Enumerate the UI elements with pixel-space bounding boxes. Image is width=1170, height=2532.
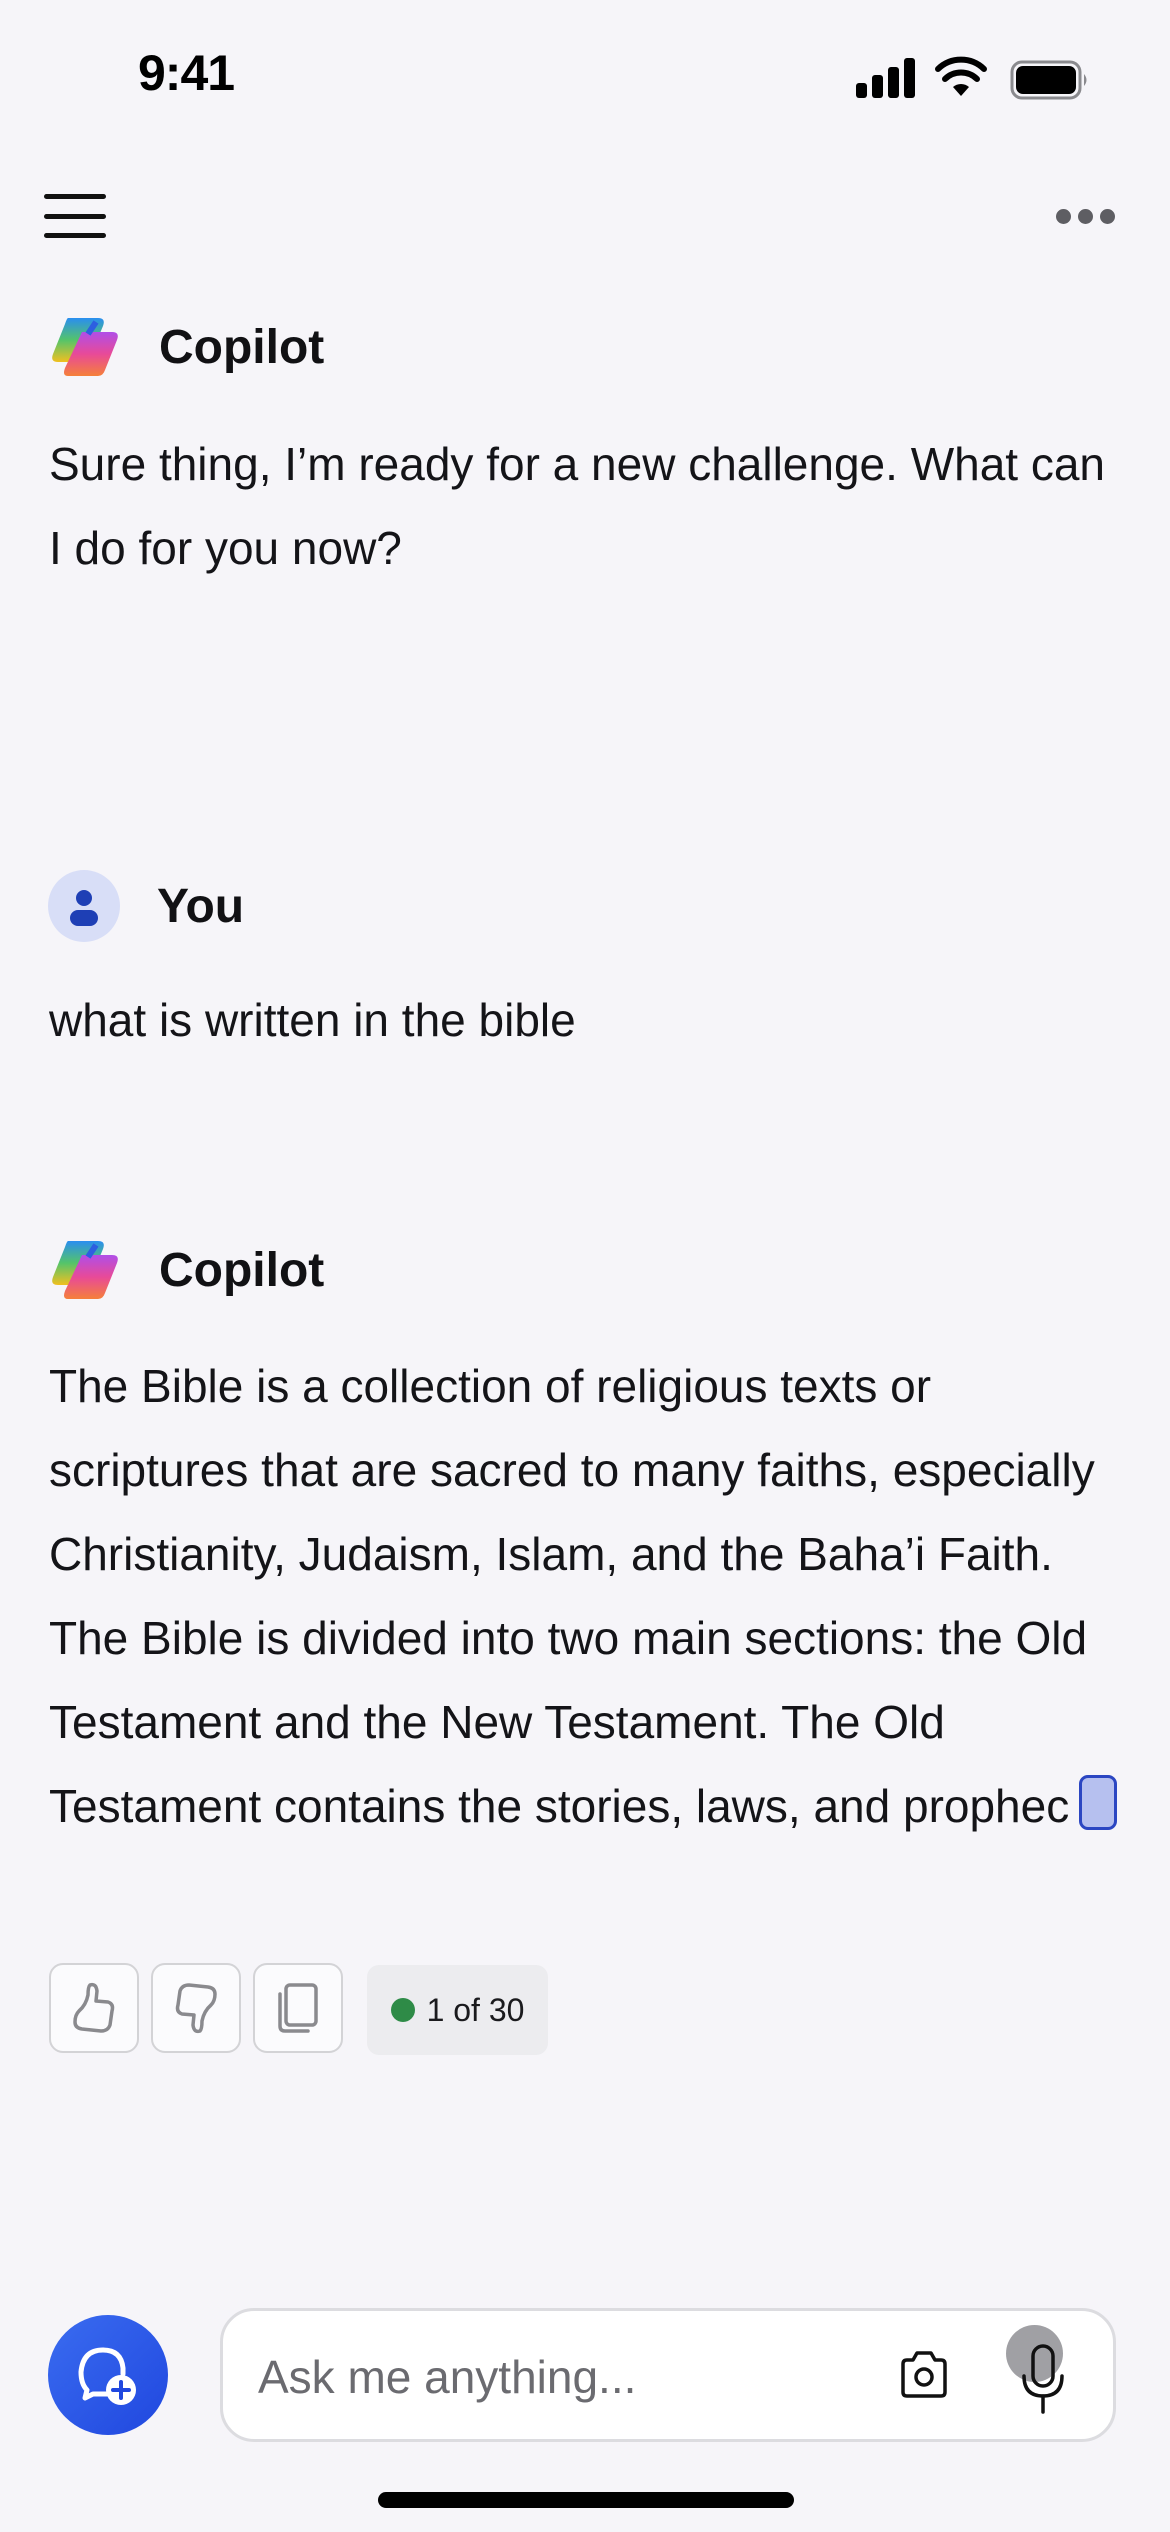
copilot-logo-icon: [52, 1241, 118, 1299]
status-time: 9:41: [138, 45, 235, 101]
user-avatar-icon: [48, 870, 120, 942]
battery-icon: [1010, 60, 1087, 100]
sender-name: You: [157, 879, 245, 933]
streaming-cursor: [1079, 1775, 1118, 1830]
turn-counter-text: 1 of 30: [426, 1991, 525, 2028]
message-header-copilot: Copilot: [48, 311, 324, 383]
new-chat-icon: [78, 2347, 136, 2405]
response-text: The Bible is a collection of religious t…: [49, 1360, 1095, 1832]
cellular-signal-icon: [856, 58, 916, 98]
copy-button[interactable]: [253, 1963, 343, 2053]
thumbs-down-button[interactable]: [151, 1963, 241, 2053]
thumbs-down-icon: [175, 1983, 217, 2034]
message-header-user: You: [48, 870, 244, 942]
more-options-icon[interactable]: [1050, 196, 1120, 236]
microphone-icon[interactable]: [1020, 2342, 1066, 2416]
chat-input-container: [220, 2308, 1116, 2442]
message-text-user: what is written in the bible: [49, 994, 576, 1046]
hamburger-menu-icon[interactable]: [44, 186, 106, 242]
message-text-copilot: Sure thing, I’m ready for a new challeng…: [49, 438, 1106, 574]
new-chat-button[interactable]: [48, 2315, 168, 2435]
wifi-icon: [935, 56, 987, 96]
home-indicator[interactable]: [378, 2492, 794, 2508]
sender-name: Copilot: [159, 1243, 325, 1297]
thumbs-up-button[interactable]: [49, 1963, 139, 2053]
copy-icon: [278, 1983, 318, 2033]
copilot-logo-icon: [52, 318, 118, 376]
thumbs-up-icon: [73, 1982, 115, 2033]
turn-counter-badge: 1 of 30: [367, 1965, 548, 2055]
sender-name: Copilot: [159, 320, 325, 374]
chat-input[interactable]: [256, 2345, 860, 2409]
status-dot-icon: [390, 1998, 415, 2022]
camera-icon[interactable]: [898, 2350, 950, 2400]
message-header-copilot: Copilot: [48, 1234, 324, 1306]
message-text-copilot-response: The Bible is a collection of religious t…: [49, 1344, 1129, 1848]
